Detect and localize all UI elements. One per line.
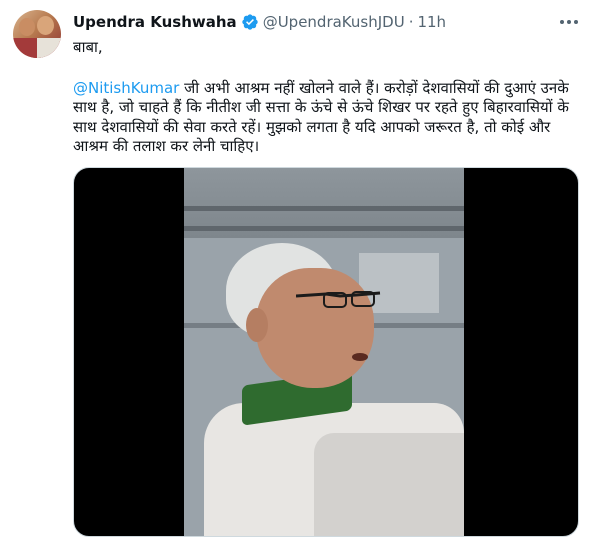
author-name[interactable]: Upendra Kushwaha [73, 13, 237, 31]
more-options-icon[interactable] [556, 11, 582, 33]
person-glasses [296, 291, 381, 308]
avatar-face-left [19, 18, 35, 36]
more-dot [567, 20, 571, 24]
person-mouth [352, 353, 368, 361]
person-shirt-shadow [314, 433, 464, 536]
roof-beam [184, 206, 464, 211]
video-player[interactable] [73, 167, 579, 537]
header-separator: · [408, 13, 414, 31]
video-frame [184, 168, 464, 536]
tweet-greeting: बाबा, [73, 38, 103, 56]
avatar[interactable] [13, 10, 61, 58]
tweet-text: बाबा, @NitishKumar जी अभी आश्रम नहीं खोल… [73, 38, 588, 157]
mention-link[interactable]: @NitishKumar [73, 79, 179, 97]
avatar-face-right [37, 16, 54, 35]
verified-badge-icon [241, 13, 259, 31]
tweet-body: @NitishKumar जी अभी आश्रम नहीं खोलने वाल… [73, 79, 588, 157]
author-handle[interactable]: @UpendraKushJDU [263, 13, 405, 31]
more-dot [574, 20, 578, 24]
tweet-header: Upendra Kushwaha @UpendraKushJDU · 11h [73, 12, 446, 32]
tweet-timestamp[interactable]: 11h [417, 13, 446, 31]
avatar-figure-right [37, 38, 61, 58]
tweet[interactable]: Upendra Kushwaha @UpendraKushJDU · 11h ब… [0, 0, 600, 537]
person-ear [246, 308, 268, 342]
more-dot [560, 20, 564, 24]
roof-beam [184, 226, 464, 231]
